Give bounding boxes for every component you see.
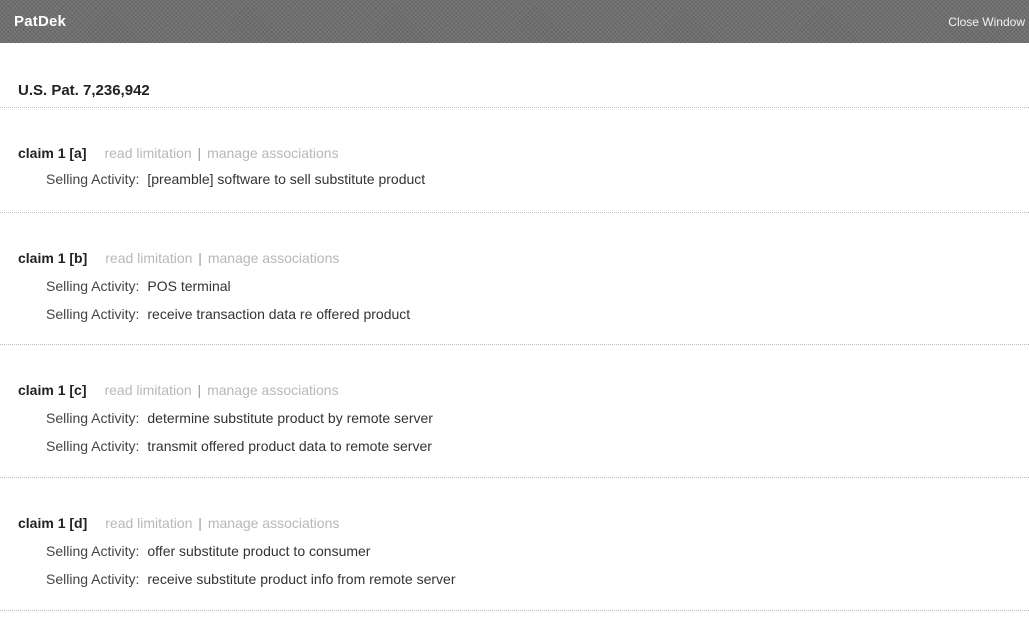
claim-id: claim 1 [c]: [18, 382, 87, 398]
claim-id: claim 1 [d]: [18, 515, 88, 531]
activity-label: Selling Activity:: [46, 278, 140, 294]
activity-text: transmit offered product data to remote …: [147, 438, 432, 454]
divider: [0, 610, 1029, 611]
claim-id: claim 1 [b]: [18, 250, 88, 266]
activity-row: Selling Activity: transmit offered produc…: [46, 438, 432, 454]
activity-text: POS terminal: [147, 278, 231, 294]
manage-associations-link[interactable]: manage associations: [207, 382, 339, 398]
activity-row: Selling Activity: [preamble] software to …: [46, 171, 425, 187]
claim-actions: read limitation | manage associations: [105, 515, 339, 531]
action-separator: |: [197, 382, 202, 398]
claim-actions: read limitation | manage associations: [105, 250, 339, 266]
activity-label: Selling Activity:: [46, 438, 140, 454]
divider: [0, 344, 1029, 345]
activity-text: determine substitute product by remote s…: [147, 410, 433, 426]
close-window-link[interactable]: Close Window: [948, 15, 1025, 29]
activity-text: offer substitute product to consumer: [147, 543, 371, 559]
app-name: PatDek: [14, 13, 67, 30]
divider: [0, 107, 1029, 108]
activity-text: receive substitute product info from rem…: [147, 571, 456, 587]
claim-actions: read limitation | manage associations: [104, 145, 338, 161]
claim-header: claim 1 [a] read limitation | manage asso…: [18, 145, 339, 161]
patent-number: U.S. Pat. 7,236,942: [18, 82, 150, 99]
activity-text: receive transaction data re offered prod…: [147, 306, 411, 322]
title-bar: PatDek Close Window: [0, 0, 1029, 43]
activity-label: Selling Activity:: [46, 410, 140, 426]
manage-associations-link[interactable]: manage associations: [208, 250, 340, 266]
manage-associations-link[interactable]: manage associations: [208, 515, 340, 531]
read-limitation-link[interactable]: read limitation: [104, 145, 191, 161]
activity-row: Selling Activity: POS terminal: [46, 278, 231, 294]
divider: [0, 477, 1029, 478]
claim-header: claim 1 [b] read limitation | manage asso…: [18, 250, 339, 266]
read-limitation-link[interactable]: read limitation: [104, 382, 191, 398]
activity-row: Selling Activity: offer substitute produc…: [46, 543, 370, 559]
claim-id: claim 1 [a]: [18, 145, 87, 161]
activity-text: [preamble] software to sell substitute p…: [147, 171, 426, 187]
activity-row: Selling Activity: determine substitute pr…: [46, 410, 433, 426]
activity-label: Selling Activity:: [46, 171, 140, 187]
claim-actions: read limitation | manage associations: [104, 382, 338, 398]
action-separator: |: [197, 145, 202, 161]
claim-header: claim 1 [c] read limitation | manage asso…: [18, 382, 339, 398]
manage-associations-link[interactable]: manage associations: [207, 145, 339, 161]
activity-label: Selling Activity:: [46, 306, 140, 322]
action-separator: |: [198, 515, 202, 531]
divider: [0, 212, 1029, 213]
action-separator: |: [198, 250, 202, 266]
activity-row: Selling Activity: receive transaction dat…: [46, 306, 410, 322]
activity-row: Selling Activity: receive substitute prod…: [46, 571, 456, 587]
read-limitation-link[interactable]: read limitation: [105, 515, 192, 531]
activity-label: Selling Activity:: [46, 571, 140, 587]
activity-label: Selling Activity:: [46, 543, 140, 559]
claim-header: claim 1 [d] read limitation | manage asso…: [18, 515, 339, 531]
read-limitation-link[interactable]: read limitation: [105, 250, 192, 266]
